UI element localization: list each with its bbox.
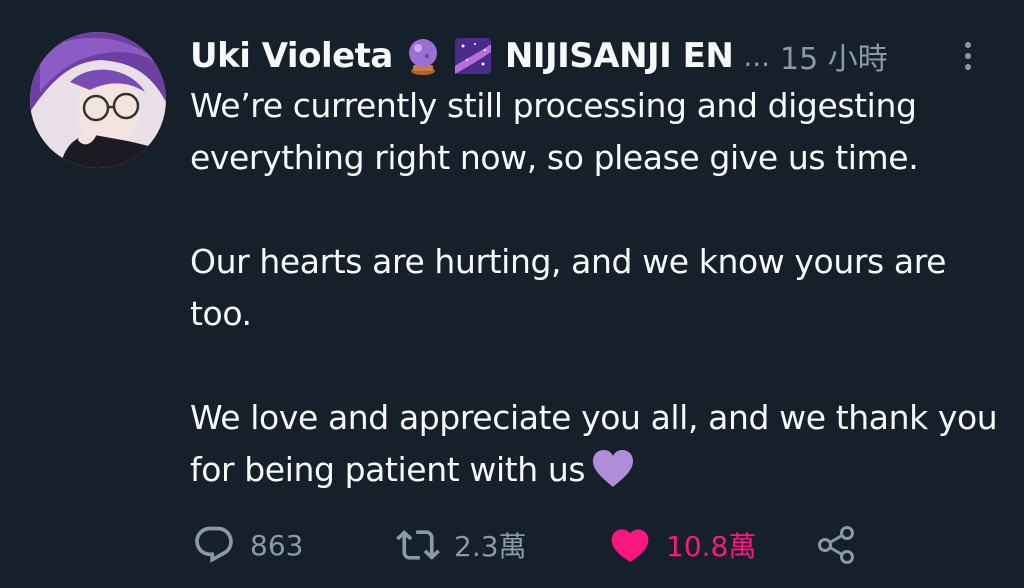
like-count: 10.8萬 xyxy=(666,530,757,563)
heart-filled-icon xyxy=(611,529,649,562)
author-name-suffix[interactable]: NIJISANJI EN xyxy=(505,36,734,76)
milky-way-icon xyxy=(453,36,493,76)
retweet-icon xyxy=(396,530,440,560)
avatar[interactable] xyxy=(30,32,166,168)
name-ellipsis: ... xyxy=(743,39,771,73)
tweet-paragraph: Our hearts are hurting, and we know your… xyxy=(190,242,947,333)
tweet-paragraph: We love and appreciate you all, and we t… xyxy=(190,392,1000,496)
tweet-timestamp[interactable]: 15 小時 xyxy=(780,34,888,78)
tweet-header: Uki Violeta NIJISANJI EN ... 15 小時 xyxy=(190,30,990,82)
more-vertical-icon xyxy=(965,42,971,70)
like-button[interactable]: 10.8萬 xyxy=(608,520,756,570)
tweet-text: We’re currently still processing and dig… xyxy=(190,80,1000,496)
more-options-button[interactable] xyxy=(958,36,978,76)
share-button[interactable] xyxy=(814,520,858,570)
reply-icon xyxy=(195,526,233,563)
tweet-paragraph: We’re currently still processing and dig… xyxy=(190,86,919,177)
retweet-button[interactable]: 2.3萬 xyxy=(396,520,527,570)
author-display-name[interactable]: Uki Violeta xyxy=(190,36,393,76)
share-icon xyxy=(818,526,854,564)
retweet-count: 2.3萬 xyxy=(454,530,527,563)
purple-heart-icon xyxy=(591,449,635,489)
reply-count: 863 xyxy=(250,528,304,562)
tweet-actions: 863 2.3萬 10.8萬 xyxy=(190,520,890,570)
reply-button[interactable]: 863 xyxy=(192,520,303,570)
crystal-ball-icon xyxy=(403,36,443,76)
